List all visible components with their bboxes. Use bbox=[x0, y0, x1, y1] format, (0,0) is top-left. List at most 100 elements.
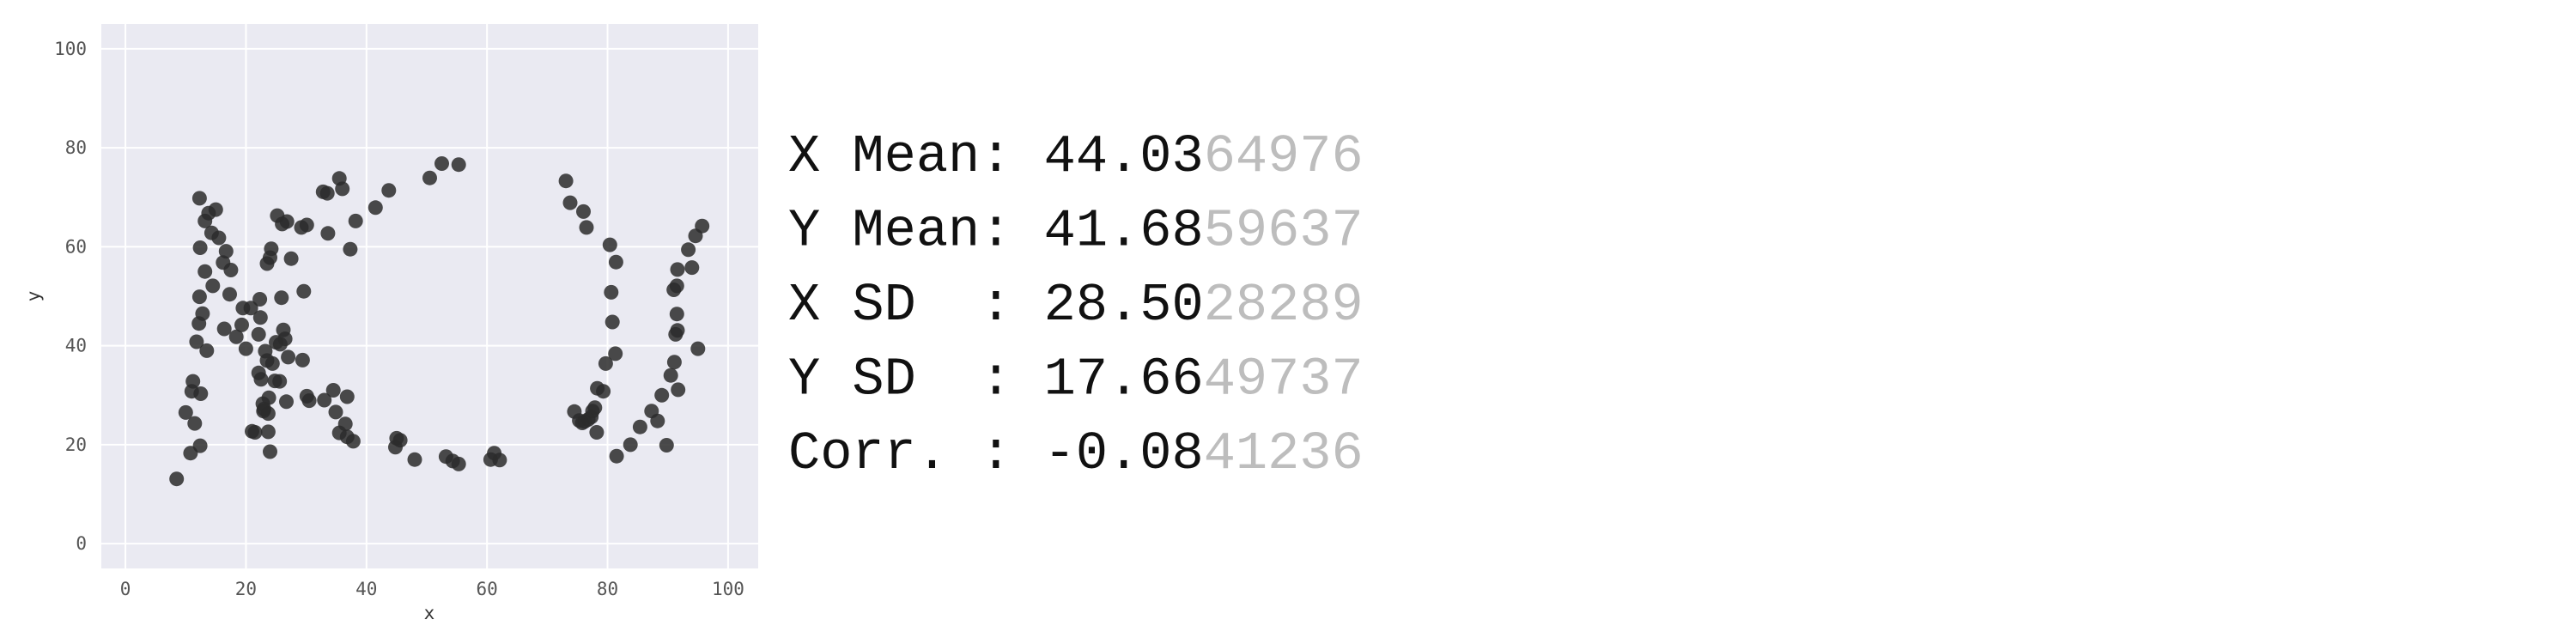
data-point bbox=[199, 343, 215, 358]
data-point bbox=[208, 202, 223, 217]
data-point bbox=[659, 438, 674, 453]
data-point bbox=[222, 287, 237, 302]
data-point bbox=[169, 471, 185, 487]
x-tick-label: 60 bbox=[477, 579, 498, 599]
stat-label: X SD : bbox=[788, 275, 1044, 336]
data-point bbox=[558, 173, 574, 189]
stat-line: Y Mean: 41.6859637 bbox=[788, 201, 1364, 262]
data-point bbox=[272, 374, 288, 389]
data-point bbox=[343, 241, 358, 257]
data-point bbox=[609, 448, 624, 464]
data-point bbox=[191, 289, 207, 305]
data-point bbox=[187, 416, 203, 431]
data-point bbox=[348, 213, 363, 228]
stat-line: Y SD : 17.6649737 bbox=[788, 349, 1364, 410]
y-tick-labels: 0 20 40 60 80 100 bbox=[54, 39, 87, 554]
data-point bbox=[328, 404, 343, 420]
stat-line: X Mean: 44.0364976 bbox=[788, 126, 1364, 187]
data-point bbox=[654, 387, 670, 403]
data-point bbox=[319, 185, 335, 201]
data-point bbox=[252, 292, 268, 307]
data-point bbox=[238, 341, 253, 356]
data-point bbox=[608, 346, 623, 361]
data-point bbox=[216, 321, 232, 337]
stat-line: X SD : 28.5028289 bbox=[788, 275, 1364, 336]
data-point bbox=[234, 317, 249, 332]
data-point bbox=[192, 240, 208, 255]
data-point bbox=[185, 374, 201, 389]
data-point bbox=[264, 355, 280, 371]
data-point bbox=[666, 355, 682, 370]
stat-extra-digits: 59637 bbox=[1204, 201, 1364, 262]
data-point bbox=[253, 372, 269, 387]
data-point bbox=[596, 384, 611, 399]
data-point bbox=[337, 416, 353, 432]
data-point bbox=[263, 444, 277, 459]
data-point bbox=[407, 452, 422, 467]
data-point bbox=[650, 413, 665, 428]
stat-label: Y Mean: bbox=[788, 201, 1044, 262]
data-point bbox=[299, 217, 314, 233]
x-tick-label: 0 bbox=[120, 579, 131, 599]
scatter-figure: 0 20 40 60 80 100 0 20 40 60 80 100 x y X Mean: 44… bbox=[23, 24, 1364, 623]
stat-extra-digits: 28289 bbox=[1204, 275, 1364, 336]
summary-statistics: X Mean: 44.0364976 Y Mean: 41.6859637 X SD… bbox=[788, 126, 1364, 484]
data-point bbox=[252, 310, 268, 325]
x-tick-labels: 0 20 40 60 80 100 bbox=[120, 579, 744, 599]
data-point bbox=[576, 204, 591, 219]
data-point bbox=[684, 260, 700, 276]
data-point bbox=[279, 394, 294, 410]
data-point bbox=[422, 170, 437, 185]
stat-line: Corr. : -0.0841236 bbox=[788, 423, 1364, 484]
data-point bbox=[669, 278, 684, 294]
stat-extra-digits: 64976 bbox=[1204, 126, 1364, 187]
data-point bbox=[339, 389, 355, 404]
data-point bbox=[279, 214, 295, 229]
y-axis-label: y bbox=[23, 291, 44, 302]
stat-extra-digits: 49737 bbox=[1204, 349, 1364, 410]
stat-label: X Mean: bbox=[788, 126, 1044, 187]
data-point bbox=[325, 383, 341, 398]
data-point bbox=[345, 434, 361, 449]
data-point bbox=[670, 323, 685, 338]
x-tick-label: 100 bbox=[712, 579, 744, 599]
stat-value: 17.66 bbox=[1044, 349, 1204, 410]
data-point bbox=[260, 406, 276, 422]
data-point bbox=[223, 263, 239, 277]
x-axis-label: x bbox=[424, 603, 435, 623]
data-point bbox=[451, 157, 466, 173]
data-point bbox=[604, 284, 619, 300]
data-point bbox=[295, 352, 310, 368]
data-point bbox=[193, 386, 209, 401]
data-point bbox=[589, 425, 605, 440]
data-point bbox=[296, 283, 312, 299]
data-point bbox=[264, 241, 279, 257]
y-tick-label: 100 bbox=[54, 39, 87, 59]
data-point bbox=[247, 425, 263, 440]
stat-value: 41.68 bbox=[1044, 201, 1204, 262]
data-point bbox=[605, 314, 620, 330]
data-point bbox=[623, 437, 638, 453]
y-tick-label: 60 bbox=[65, 236, 87, 257]
stat-label: Y SD : bbox=[788, 349, 1044, 410]
data-point bbox=[392, 433, 408, 448]
data-point bbox=[218, 244, 234, 259]
data-point bbox=[274, 290, 289, 306]
data-point bbox=[368, 200, 383, 216]
x-tick-label: 80 bbox=[597, 579, 618, 599]
data-point bbox=[695, 218, 710, 234]
data-point bbox=[261, 390, 276, 405]
stat-label: Corr. : bbox=[788, 423, 1044, 484]
data-point bbox=[579, 220, 594, 235]
data-point bbox=[492, 453, 507, 468]
data-point bbox=[681, 242, 696, 258]
data-point bbox=[205, 278, 221, 294]
data-point bbox=[301, 393, 317, 409]
data-point bbox=[197, 264, 213, 279]
data-point bbox=[381, 183, 397, 198]
data-point bbox=[281, 349, 296, 365]
y-tick-label: 20 bbox=[65, 434, 87, 455]
data-point bbox=[451, 456, 466, 471]
data-point bbox=[671, 382, 686, 398]
stat-value: -0.08 bbox=[1044, 423, 1204, 484]
